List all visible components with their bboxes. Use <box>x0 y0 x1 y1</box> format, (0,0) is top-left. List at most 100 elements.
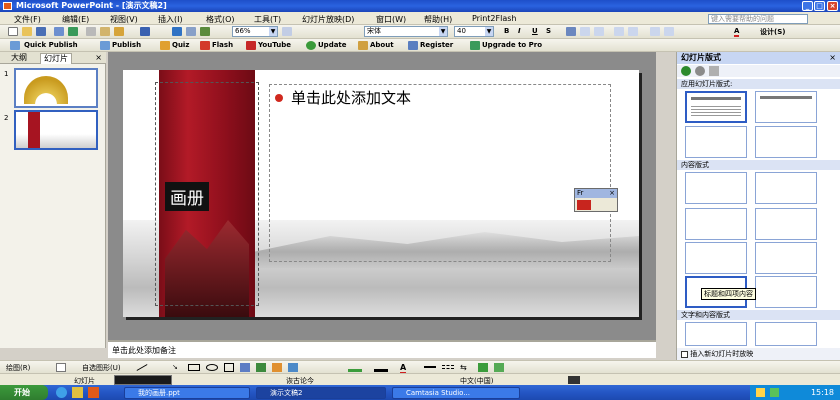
3d-icon[interactable] <box>494 363 504 372</box>
forward-icon[interactable] <box>695 66 705 76</box>
close-icon[interactable]: × <box>609 189 615 198</box>
font-color-button[interactable]: A <box>734 27 740 37</box>
tab-slides[interactable]: 幻灯片 <box>40 53 72 64</box>
insert-chart-icon[interactable] <box>172 27 182 36</box>
tray-icon[interactable] <box>756 388 765 397</box>
textbox-icon[interactable] <box>224 363 234 372</box>
layout-text-content-alt[interactable] <box>755 322 817 346</box>
menu-view[interactable]: 视图(V) <box>110 14 138 25</box>
select-pointer-icon[interactable] <box>56 363 66 372</box>
layout-text-grid[interactable] <box>685 126 747 158</box>
numbering-icon[interactable] <box>614 27 624 36</box>
shadow-button[interactable]: S <box>546 27 551 35</box>
insert-slide-checkbox[interactable] <box>681 350 688 358</box>
menu-edit[interactable]: 编辑(E) <box>62 14 89 25</box>
tray-icon[interactable] <box>770 388 779 397</box>
menu-window[interactable]: 窗口(W) <box>376 14 406 25</box>
design-button[interactable]: 设计(S) <box>760 27 785 37</box>
layout-four-content[interactable] <box>685 242 747 274</box>
layout-two-content[interactable] <box>685 208 747 240</box>
increase-font-icon[interactable] <box>650 27 660 36</box>
quick-publish-button[interactable]: Quick Publish <box>24 41 78 49</box>
font-size-select[interactable]: 40 ▼ <box>454 26 494 37</box>
autoshapes-menu[interactable]: 自选图形(U) <box>82 363 121 373</box>
upgrade-button[interactable]: Upgrade to Pro <box>482 41 542 49</box>
about-button[interactable]: About <box>370 41 394 49</box>
layout-content[interactable] <box>755 172 817 204</box>
font-select[interactable]: 宋体 ▼ <box>364 26 448 37</box>
update-button[interactable]: Update <box>318 41 347 49</box>
taskbar-item-camtasia[interactable]: Camtasia Studio... <box>392 387 520 399</box>
zoom-select[interactable]: 66% ▼ <box>232 26 278 37</box>
line-color-icon[interactable] <box>374 363 388 372</box>
quiz-button[interactable]: Quiz <box>172 41 189 49</box>
cut-icon[interactable] <box>86 27 96 36</box>
fill-color-icon[interactable] <box>348 363 362 372</box>
oval-icon[interactable] <box>206 364 218 371</box>
undo-icon[interactable] <box>140 27 150 36</box>
ime-toolbar[interactable] <box>114 375 172 385</box>
menu-format[interactable]: 格式(O) <box>206 14 235 25</box>
layout-text-content[interactable] <box>685 322 747 346</box>
internet-explorer-icon[interactable] <box>56 387 67 398</box>
help-search-input[interactable]: 键入需要帮助的问题 <box>708 14 808 24</box>
insert-picture-icon[interactable] <box>200 27 210 36</box>
picture-icon[interactable] <box>288 363 298 372</box>
paste-icon[interactable] <box>114 27 124 36</box>
register-button[interactable]: Register <box>420 41 453 49</box>
bullets-icon[interactable] <box>628 27 638 36</box>
draw-menu[interactable]: 绘图(R) <box>6 363 30 373</box>
home-icon[interactable] <box>709 66 719 76</box>
slide-vertical-title[interactable]: 画册 <box>165 182 209 211</box>
arrow-icon[interactable]: ↘ <box>172 363 178 371</box>
minimize-button[interactable]: _ <box>802 1 813 11</box>
clipart-icon[interactable] <box>272 363 282 372</box>
menu-insert[interactable]: 插入(I) <box>158 14 183 25</box>
layout-title-text[interactable] <box>685 91 747 123</box>
save-icon[interactable] <box>36 27 46 36</box>
layout-content-alt[interactable] <box>755 276 817 308</box>
flash-button[interactable]: Flash <box>212 41 233 49</box>
close-button[interactable]: × <box>827 1 838 11</box>
menu-help[interactable]: 帮助(H) <box>424 14 452 25</box>
youtube-button[interactable]: YouTube <box>258 41 291 49</box>
tab-outline[interactable]: 大纲 <box>8 53 30 64</box>
layout-two-column[interactable] <box>755 91 817 123</box>
bold-button[interactable]: B <box>504 27 509 35</box>
notes-pane[interactable]: 单击此处添加备注 <box>108 340 656 358</box>
close-icon[interactable]: × <box>95 53 102 62</box>
taskbar-item-presentation[interactable]: 演示文稿2 <box>256 387 386 399</box>
layout-blank[interactable] <box>685 172 747 204</box>
italic-button[interactable]: I <box>518 27 521 35</box>
layout-two-content-alt[interactable] <box>755 208 817 240</box>
dash-style-icon[interactable] <box>442 365 454 369</box>
align-left-icon[interactable] <box>566 27 576 36</box>
maximize-button[interactable]: □ <box>814 1 825 11</box>
start-button[interactable]: 开始 <box>0 385 48 400</box>
menu-file[interactable]: 文件(F) <box>14 14 41 25</box>
line-style-icon[interactable] <box>424 366 436 368</box>
wordart-icon[interactable] <box>240 363 250 372</box>
diagram-icon[interactable] <box>256 363 266 372</box>
rectangle-icon[interactable] <box>188 364 200 371</box>
help-icon[interactable] <box>282 27 292 36</box>
print-icon[interactable] <box>54 27 64 36</box>
insert-table-icon[interactable] <box>186 27 196 36</box>
underline-button[interactable]: U <box>532 27 538 35</box>
layout-title-only[interactable] <box>755 126 817 158</box>
taskbar-item-photo-album[interactable]: 我的画册.ppt <box>124 387 250 399</box>
decrease-font-icon[interactable] <box>664 27 674 36</box>
menu-slideshow[interactable]: 幻灯片放映(D) <box>302 14 354 25</box>
copy-icon[interactable] <box>100 27 110 36</box>
slide-thumbnail-1[interactable] <box>14 68 98 108</box>
shadow-icon[interactable] <box>478 363 488 372</box>
align-right-icon[interactable] <box>594 27 604 36</box>
back-icon[interactable] <box>681 66 691 76</box>
menu-print2flash[interactable]: Print2Flash <box>472 14 516 23</box>
publish-button[interactable]: Publish <box>112 41 141 49</box>
open-icon[interactable] <box>22 27 32 36</box>
slide-canvas[interactable]: 画册 单击此处添加文本 <box>123 70 639 317</box>
layout-four-content-alt[interactable] <box>755 242 817 274</box>
menu-tools[interactable]: 工具(T) <box>254 14 281 25</box>
close-icon[interactable]: × <box>829 53 836 62</box>
